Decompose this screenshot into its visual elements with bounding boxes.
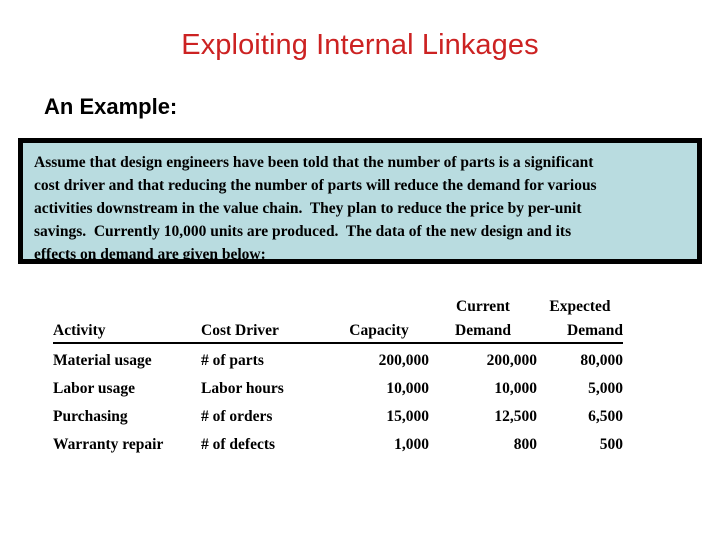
table-header-top-row: Current Expected bbox=[53, 296, 623, 316]
cell-current-demand: 12,500 bbox=[494, 408, 537, 425]
table-row: Warranty repair # of defects 1,000 800 5… bbox=[53, 431, 623, 459]
cell-activity: Warranty repair bbox=[53, 436, 164, 453]
cell-expected-demand: 500 bbox=[599, 436, 623, 453]
cell-current-demand: 200,000 bbox=[486, 352, 537, 369]
cell-capacity: 200,000 bbox=[378, 352, 429, 369]
header-capacity: Capacity bbox=[329, 316, 429, 344]
cell-current-demand: 800 bbox=[513, 436, 537, 453]
callout-text-block: Assume that design engineers have been t… bbox=[23, 143, 697, 266]
cell-activity: Material usage bbox=[53, 352, 152, 369]
header-expected-demand: Demand bbox=[537, 316, 623, 344]
callout-line: activities downstream in the value chain… bbox=[34, 200, 582, 217]
cell-cost-driver: # of defects bbox=[201, 436, 276, 453]
cell-cost-driver: # of parts bbox=[201, 352, 264, 369]
callout-line: savings. Currently 10,000 units are prod… bbox=[34, 223, 572, 240]
example-callout-box: Assume that design engineers have been t… bbox=[18, 138, 702, 264]
callout-line: cost driver and that reducing the number… bbox=[34, 177, 597, 194]
header-top-capacity bbox=[329, 296, 429, 316]
header-current-demand: Demand bbox=[429, 316, 537, 344]
cell-expected-demand: 5,000 bbox=[588, 380, 623, 397]
header-top-cost-driver bbox=[201, 296, 329, 316]
table-row: Labor usage Labor hours 10,000 10,000 5,… bbox=[53, 375, 623, 403]
callout-line: Assume that design engineers have been t… bbox=[34, 154, 594, 171]
header-cost-driver: Cost Driver bbox=[201, 316, 329, 344]
slide-subtitle: An Example: bbox=[44, 94, 178, 119]
header-top-current: Current bbox=[456, 298, 510, 315]
table-row: Material usage # of parts 200,000 200,00… bbox=[53, 343, 623, 375]
header-activity: Activity bbox=[53, 316, 201, 344]
callout-line: effects on demand are given below: bbox=[34, 246, 266, 263]
header-top-expected: Expected bbox=[549, 298, 611, 315]
cell-expected-demand: 80,000 bbox=[580, 352, 623, 369]
cell-capacity: 1,000 bbox=[394, 436, 429, 453]
activity-demand-table: Current Expected Activity Cost Driver Ca… bbox=[53, 296, 623, 459]
cell-cost-driver: # of orders bbox=[201, 408, 273, 425]
cell-capacity: 15,000 bbox=[386, 408, 429, 425]
header-top-activity bbox=[53, 296, 201, 316]
table-row: Purchasing # of orders 15,000 12,500 6,5… bbox=[53, 403, 623, 431]
page-title: Exploiting Internal Linkages bbox=[181, 29, 539, 61]
cell-capacity: 10,000 bbox=[386, 380, 429, 397]
cell-activity: Labor usage bbox=[53, 380, 135, 397]
cell-current-demand: 10,000 bbox=[494, 380, 537, 397]
table-header-row: Activity Cost Driver Capacity Demand Dem… bbox=[53, 316, 623, 344]
cell-activity: Purchasing bbox=[53, 408, 128, 425]
cell-expected-demand: 6,500 bbox=[588, 408, 623, 425]
cell-cost-driver: Labor hours bbox=[201, 380, 284, 397]
